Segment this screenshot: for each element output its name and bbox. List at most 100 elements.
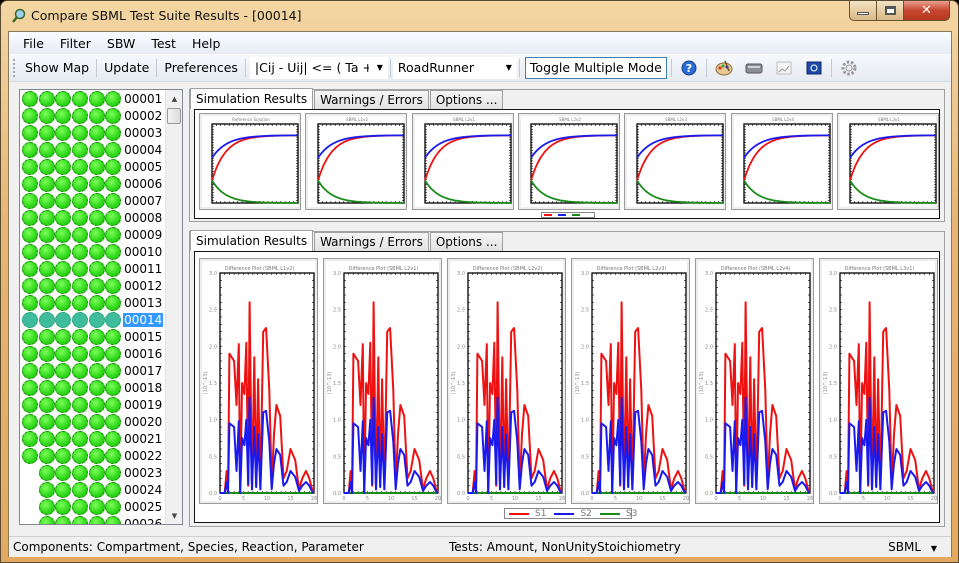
- difference-plot[interactable]: Difference Plot (SBML L2v3) 0.0 0.5 1.0 1.5 2…: [571, 258, 690, 504]
- chart-button[interactable]: [774, 58, 794, 78]
- menu-help[interactable]: Help: [184, 36, 229, 51]
- test-list-item[interactable]: 00026: [22, 515, 163, 524]
- format-dropdown[interactable]: SBML ▼: [888, 540, 937, 554]
- test-list[interactable]: 00026 00025 00024 00023 00022 00021 00020 00019…: [19, 89, 183, 525]
- difference-plot[interactable]: Difference Plot (SBML L2v1) 0.0 0.5 1.0 1.5 2…: [323, 258, 442, 504]
- y-axis-label: (10^-13): [203, 372, 209, 395]
- legend-label: S3: [625, 508, 638, 519]
- tab-warnings-errors[interactable]: Warnings / Errors: [314, 90, 429, 109]
- y-tick-label: 0.0: [457, 491, 465, 497]
- palette-button[interactable]: [714, 58, 734, 78]
- test-list-item[interactable]: 00023: [22, 464, 163, 481]
- title-bar[interactable]: Compare SBML Test Suite Results - [00014…: [1, 1, 958, 31]
- tab-simulation-results[interactable]: Simulation Results: [190, 230, 314, 251]
- status-dot-icon: [38, 226, 55, 243]
- test-list-item[interactable]: 00021: [22, 430, 163, 447]
- x-tick-label: 20: [807, 496, 813, 502]
- test-list-item[interactable]: 00014: [22, 311, 164, 328]
- test-list-item[interactable]: 00006: [22, 175, 163, 192]
- test-list-item[interactable]: 00009: [22, 226, 163, 243]
- test-list-item[interactable]: 00019: [22, 396, 163, 413]
- menu-sbw[interactable]: SBW: [99, 36, 143, 51]
- test-list-item[interactable]: 00007: [22, 192, 163, 209]
- simulation-plot[interactable]: SBML L3v1: [836, 113, 939, 210]
- toolbar-separator: [518, 58, 520, 77]
- simulator-combo[interactable]: RoadRunner ▼: [392, 56, 517, 79]
- x-tick-label: 10: [760, 496, 766, 502]
- maximize-button[interactable]: [877, 1, 904, 21]
- menu-test[interactable]: Test: [143, 36, 184, 51]
- x-tick-label: 10: [264, 496, 270, 502]
- test-list-item[interactable]: 00025: [22, 498, 163, 515]
- status-dot-icon: [55, 124, 72, 141]
- test-list-item[interactable]: 00003: [22, 124, 163, 141]
- simulation-plot[interactable]: SBML L2v1: [411, 113, 514, 210]
- test-list-item[interactable]: 00011: [22, 260, 163, 277]
- plot-title: SBML L2v2: [559, 117, 581, 122]
- test-list-item[interactable]: 00016: [22, 345, 163, 362]
- test-list-item[interactable]: 00013: [22, 294, 163, 311]
- tab-options[interactable]: Options ...: [429, 232, 504, 251]
- test-list-item[interactable]: 00002: [22, 107, 163, 124]
- simulation-plot[interactable]: SBML L1v2: [305, 113, 408, 210]
- test-id-label: 00008: [124, 210, 163, 225]
- legend-swatch: [509, 512, 529, 515]
- scanner-button[interactable]: [744, 58, 764, 78]
- test-list-item[interactable]: 00005: [22, 158, 163, 175]
- tab-warnings-errors[interactable]: Warnings / Errors: [314, 232, 429, 251]
- book-button[interactable]: [804, 58, 824, 78]
- menu-file[interactable]: File: [15, 36, 52, 51]
- status-dot-icon: [105, 192, 122, 209]
- y-tick-label: 1.0: [457, 418, 465, 424]
- criterion-combo[interactable]: |Cij - Uij| <= ( Ta + ▼: [249, 56, 388, 79]
- test-list-item[interactable]: 00012: [22, 277, 163, 294]
- close-button[interactable]: ✕: [904, 1, 950, 21]
- difference-plot[interactable]: Difference Plot (SBML L3v1) 0.0 0.5 1.0 1.5 2…: [819, 258, 938, 504]
- test-list-scrollbar[interactable]: ▲ ▼: [165, 90, 182, 524]
- simulation-plot[interactable]: Reference Solution: [199, 113, 301, 210]
- test-list-item[interactable]: 00010: [22, 243, 163, 260]
- simulation-plot[interactable]: SBML L2v2: [517, 113, 620, 210]
- tab-simulation-results[interactable]: Simulation Results: [190, 88, 314, 109]
- show-map-button[interactable]: Show Map: [20, 57, 94, 79]
- test-list-item[interactable]: 00022: [22, 447, 163, 464]
- test-id-label: 00022: [124, 448, 163, 463]
- plot-area: [467, 272, 563, 494]
- test-list-item[interactable]: 00024: [22, 481, 163, 498]
- test-list-item[interactable]: 00018: [22, 379, 163, 396]
- status-dot-icon: [72, 192, 89, 209]
- difference-plot[interactable]: Difference Plot (SBML L2v4) 0.0 0.5 1.0 1.5 2…: [695, 258, 814, 504]
- scrollbar-thumb[interactable]: [167, 108, 181, 124]
- test-list-item[interactable]: 00020: [22, 413, 163, 430]
- help-button[interactable]: ?: [679, 58, 699, 78]
- test-list-item[interactable]: 00008: [22, 209, 163, 226]
- status-dot-icon: [72, 498, 89, 515]
- status-dot-icon: [38, 107, 55, 124]
- scroll-down-arrow-icon[interactable]: ▼: [166, 507, 182, 524]
- preferences-button[interactable]: Preferences: [159, 57, 243, 79]
- toggle-multiple-mode-button[interactable]: Toggle Multiple Mode: [524, 56, 667, 79]
- status-dot-icon: [55, 396, 72, 413]
- status-dot-icon: [22, 328, 38, 345]
- scroll-up-arrow-icon[interactable]: ▲: [166, 90, 182, 107]
- difference-plot[interactable]: Difference Plot (SBML L1v2) 0.0 0.5 1.0 1.5 2…: [199, 258, 318, 504]
- menu-filter[interactable]: Filter: [52, 36, 99, 51]
- update-button[interactable]: Update: [99, 57, 154, 79]
- settings-button[interactable]: [839, 58, 859, 78]
- plot-title: Difference Plot (SBML L1v2): [225, 266, 295, 272]
- difference-plot[interactable]: Difference Plot (SBML L2v2) 0.0 0.5 1.0 1.5 2…: [447, 258, 566, 504]
- x-tick-label: 5: [366, 496, 369, 502]
- simulation-plot[interactable]: SBML L2v4: [730, 113, 833, 210]
- test-list-item[interactable]: 00015: [22, 328, 163, 345]
- test-list-item[interactable]: 00017: [22, 362, 163, 379]
- simulation-plot[interactable]: SBML L2v3: [624, 113, 727, 210]
- tab-options[interactable]: Options ...: [429, 90, 504, 109]
- toolbar-grip[interactable]: [13, 58, 16, 77]
- minimize-button[interactable]: [849, 1, 877, 21]
- status-dot-icon: [72, 294, 89, 311]
- test-list-item[interactable]: 00001: [22, 90, 163, 107]
- status-dot-icon: [72, 90, 89, 107]
- legend-swatch: [544, 214, 552, 216]
- test-list-item[interactable]: 00004: [22, 141, 163, 158]
- status-dot-icon: [72, 515, 89, 524]
